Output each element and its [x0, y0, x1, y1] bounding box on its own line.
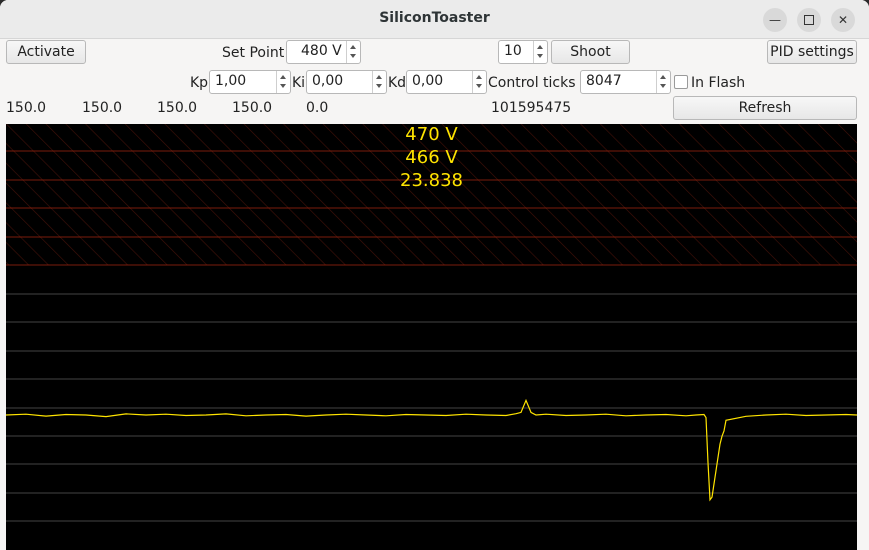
spin-up-icon [350, 45, 356, 49]
control-ticks-spinbox[interactable]: 8047 [580, 70, 671, 94]
spin-down-icon [280, 84, 286, 88]
readout-line-3: 23.838 [400, 170, 463, 191]
ki-value: 0,00 [312, 73, 344, 89]
kd-label: Kd [388, 75, 407, 91]
ki-spinbox[interactable]: 0,00 [306, 70, 387, 94]
spin-up-icon [280, 75, 286, 79]
spin-down-icon [376, 84, 382, 88]
readout-line-2: 466 V [405, 147, 458, 168]
in-flash-label: In Flash [691, 75, 746, 91]
spin-arrows[interactable] [472, 71, 486, 93]
ki-label: Ki [292, 75, 306, 91]
app-window: SiliconToaster — ✕ Activate Set Point 48… [0, 0, 869, 550]
set-point-label: Set Point [222, 45, 285, 61]
spin-arrows[interactable] [533, 41, 547, 63]
kd-spinbox[interactable]: 0,00 [406, 70, 487, 94]
kp-spinbox[interactable]: 1,00 [209, 70, 291, 94]
set-point-value: 480 V [301, 43, 342, 59]
spin-up-icon [476, 75, 482, 79]
spin-up-icon [537, 45, 543, 49]
maximize-button[interactable] [797, 8, 821, 32]
kp-value: 1,00 [215, 73, 247, 89]
close-icon: ✕ [837, 13, 849, 27]
spin-down-icon [476, 84, 482, 88]
spin-down-icon [350, 54, 356, 58]
stat-value-2: 150.0 [82, 100, 123, 116]
close-button[interactable]: ✕ [831, 8, 855, 32]
maximize-icon [804, 15, 814, 25]
grid-gray [6, 293, 857, 522]
control-ticks-value: 8047 [586, 73, 622, 89]
refresh-button[interactable]: Refresh [673, 96, 857, 120]
stat-value-1: 150.0 [6, 100, 47, 116]
minimize-button[interactable]: — [763, 8, 787, 32]
spin-up-icon [376, 75, 382, 79]
spin-arrows[interactable] [276, 71, 290, 93]
window-title: SiliconToaster [379, 10, 490, 26]
stat-value-4: 150.0 [232, 100, 273, 116]
title-bar[interactable]: SiliconToaster — ✕ [0, 0, 869, 39]
spin-arrows[interactable] [656, 71, 670, 93]
kp-label: Kp [190, 75, 209, 91]
trace-line [6, 398, 857, 502]
spin-down-icon [537, 54, 543, 58]
readout-line-1: 470 V [405, 124, 458, 145]
spin-down-icon [660, 84, 666, 88]
spin-up-icon [660, 75, 666, 79]
control-ticks-label: Control ticks [488, 75, 576, 91]
minimize-icon: — [769, 13, 781, 27]
spin-arrows[interactable] [346, 41, 360, 63]
shots-value: 10 [504, 43, 522, 59]
set-point-spinbox[interactable]: 480 V [286, 40, 361, 64]
activate-button[interactable]: Activate [6, 40, 86, 64]
shoot-button[interactable]: Shoot [551, 40, 630, 64]
pid-settings-button[interactable]: PID settings [767, 40, 857, 64]
kd-value: 0,00 [412, 73, 444, 89]
spin-arrows[interactable] [372, 71, 386, 93]
in-flash-checkbox[interactable] [674, 75, 688, 89]
shots-spinbox[interactable]: 10 [498, 40, 548, 64]
stat-value-5: 0.0 [306, 100, 329, 116]
plot-area[interactable]: 470 V 466 V 23.838 [6, 124, 857, 550]
counter-value: 101595475 [491, 100, 572, 116]
stat-value-3: 150.0 [157, 100, 198, 116]
